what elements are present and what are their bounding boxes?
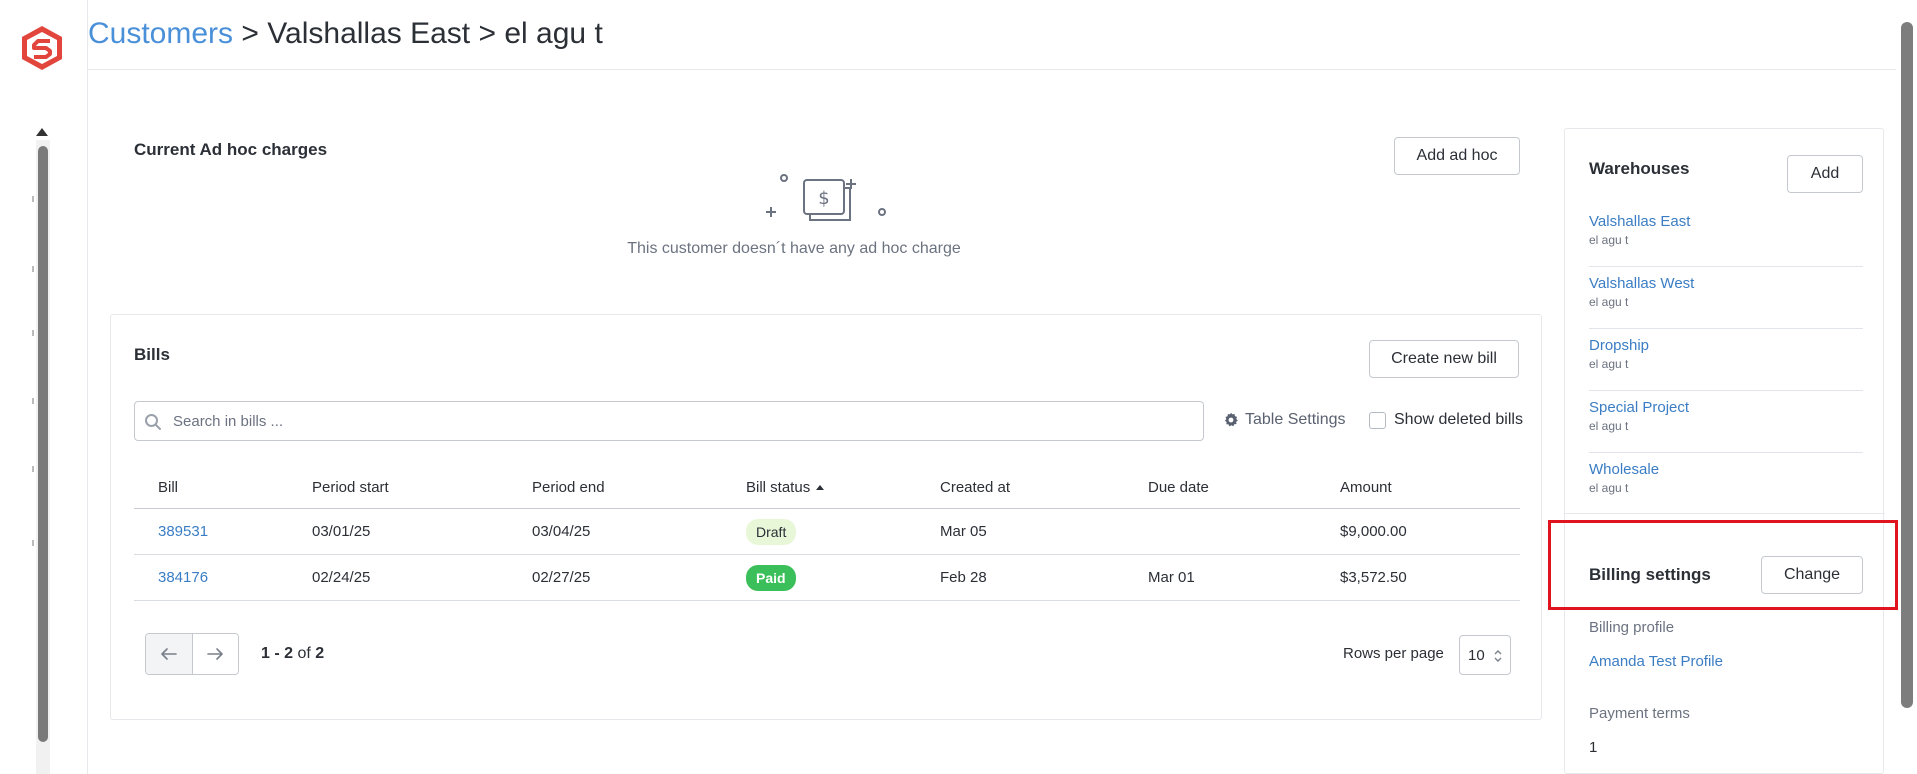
warehouse-link[interactable]: Dropship: [1589, 337, 1863, 354]
app-root: Customers > Valshallas East > el agu t C…: [0, 0, 1917, 774]
period-start-cell: 02/24/25: [312, 569, 371, 586]
warehouse-link[interactable]: Wholesale: [1589, 461, 1863, 478]
breadcrumb-customers-link[interactable]: Customers: [88, 17, 233, 50]
side-card: Warehouses Add Valshallas East el agu t …: [1564, 128, 1885, 774]
chevron-up-down-icon: [1494, 650, 1502, 662]
billing-profile-link[interactable]: Amanda Test Profile: [1589, 653, 1723, 670]
next-page-button[interactable]: [191, 634, 238, 674]
warehouse-link[interactable]: Special Project: [1589, 399, 1863, 416]
column-header-created-at[interactable]: Created at: [940, 467, 1010, 508]
bills-search-input[interactable]: [173, 408, 1193, 434]
show-deleted-label: Show deleted bills: [1394, 411, 1523, 428]
created-at-cell: Mar 05: [940, 523, 987, 540]
list-item: Valshallas East el agu t: [1589, 205, 1863, 267]
gear-icon: [1224, 412, 1238, 427]
status-badge: Paid: [746, 564, 796, 591]
bills-card: Bills Create new bill Table Settings Sho…: [110, 314, 1542, 720]
rows-per-page-label: Rows per page: [1343, 645, 1444, 662]
adhoc-charges-section: Current Ad hoc charges Add ad hoc $ This…: [134, 132, 1546, 302]
create-new-bill-button[interactable]: Create new bill: [1369, 340, 1519, 378]
page-scrollbar-thumb[interactable]: [1901, 22, 1913, 708]
warehouses-title: Warehouses: [1589, 159, 1690, 178]
period-end-cell: 03/04/25: [532, 523, 591, 540]
breadcrumb: Customers > Valshallas East > el agu t: [88, 16, 603, 52]
pagination-total: 2: [315, 645, 325, 662]
table-settings-label: Table Settings: [1245, 411, 1346, 428]
table-header-row: Bill Period start Period end Bill status…: [134, 467, 1520, 509]
bill-number-link[interactable]: 389531: [158, 523, 208, 540]
payment-terms-label: Payment terms: [1589, 705, 1690, 722]
show-deleted-toggle[interactable]: Show deleted bills: [1369, 411, 1523, 429]
column-header-bill-status[interactable]: Bill status: [746, 467, 825, 508]
search-icon: [145, 414, 161, 430]
rail-scroll-up-icon[interactable]: [36, 128, 48, 136]
table-settings-button[interactable]: Table Settings: [1223, 411, 1346, 429]
list-item: Dropship el agu t: [1589, 329, 1863, 391]
warehouse-customer: el agu t: [1589, 233, 1629, 247]
amount-cell: $9,000.00: [1340, 523, 1407, 540]
bills-search-box: [134, 401, 1204, 441]
brand-logo-icon[interactable]: [20, 24, 64, 72]
show-deleted-checkbox[interactable]: [1369, 411, 1386, 429]
section-divider: [1565, 513, 1885, 514]
bills-table: Bill Period start Period end Bill status…: [134, 467, 1520, 601]
svg-text:$: $: [818, 188, 829, 209]
pagination-controls: [145, 633, 239, 675]
add-warehouse-button[interactable]: Add: [1787, 155, 1863, 193]
warehouse-link[interactable]: Valshallas West: [1589, 275, 1863, 292]
rows-per-page-select[interactable]: 10: [1459, 635, 1511, 675]
column-header-due-date[interactable]: Due date: [1148, 467, 1209, 508]
billing-profile-label: Billing profile: [1589, 619, 1675, 636]
period-start-cell: 03/01/25: [312, 523, 371, 540]
payment-terms-value: 1: [1589, 739, 1598, 756]
adhoc-title: Current Ad hoc charges: [134, 140, 328, 159]
period-end-cell: 02/27/25: [532, 569, 591, 586]
money-empty-state-icon: $: [766, 174, 886, 221]
warehouse-customer: el agu t: [1589, 357, 1629, 371]
rows-per-page-value: 10: [1468, 646, 1485, 664]
breadcrumb-warehouse: Valshallas East: [267, 17, 471, 50]
sort-ascending-icon: [816, 485, 825, 490]
bill-number-link[interactable]: 384176: [158, 569, 208, 586]
due-date-cell: Mar 01: [1148, 569, 1195, 586]
warehouse-link[interactable]: Valshallas East: [1589, 213, 1863, 230]
table-row[interactable]: 389531 03/01/25 03/04/25 Draft Mar 05 $9…: [134, 509, 1520, 555]
list-item: Valshallas West el agu t: [1589, 267, 1863, 329]
list-item: Special Project el agu t: [1589, 391, 1863, 453]
column-header-period-start[interactable]: Period start: [312, 467, 389, 508]
column-header-bill[interactable]: Bill: [158, 467, 178, 508]
arrow-left-icon: [160, 648, 177, 660]
pagination-of: of: [297, 645, 311, 662]
breadcrumb-separator: >: [241, 17, 259, 50]
previous-page-button[interactable]: [146, 634, 192, 674]
breadcrumb-separator: >: [478, 17, 497, 50]
status-badge: Draft: [746, 518, 797, 545]
left-rail: [0, 0, 88, 774]
arrow-right-icon: [207, 648, 224, 660]
warehouse-customer: el agu t: [1589, 481, 1629, 495]
created-at-cell: Feb 28: [940, 569, 987, 586]
table-row[interactable]: 384176 02/24/25 02/27/25 Paid Feb 28 Mar…: [134, 555, 1520, 601]
pagination-range-value: 1 - 2: [261, 645, 294, 662]
amount-cell: $3,572.50: [1340, 569, 1407, 586]
billing-settings-highlight: [1548, 520, 1898, 610]
add-adhoc-button[interactable]: Add ad hoc: [1394, 137, 1520, 175]
rail-scrollbar-thumb[interactable]: [38, 146, 48, 742]
warehouse-customer: el agu t: [1589, 295, 1629, 309]
page-header: Customers > Valshallas East > el agu t: [88, 0, 1896, 70]
list-item: Wholesale el agu t: [1589, 453, 1863, 515]
bill-status-header-label: Bill status: [746, 479, 811, 496]
pagination-range: 1 - 2 of 2: [261, 645, 324, 663]
adhoc-empty-text: This customer doesn´t have any ad hoc ch…: [627, 240, 961, 257]
warehouse-customer: el agu t: [1589, 419, 1629, 433]
column-header-period-end[interactable]: Period end: [532, 467, 605, 508]
column-header-amount[interactable]: Amount: [1340, 467, 1392, 508]
breadcrumb-customer: el agu t: [504, 17, 603, 50]
warehouse-list: Valshallas East el agu t Valshallas West…: [1589, 205, 1863, 515]
bills-title: Bills: [134, 345, 170, 364]
